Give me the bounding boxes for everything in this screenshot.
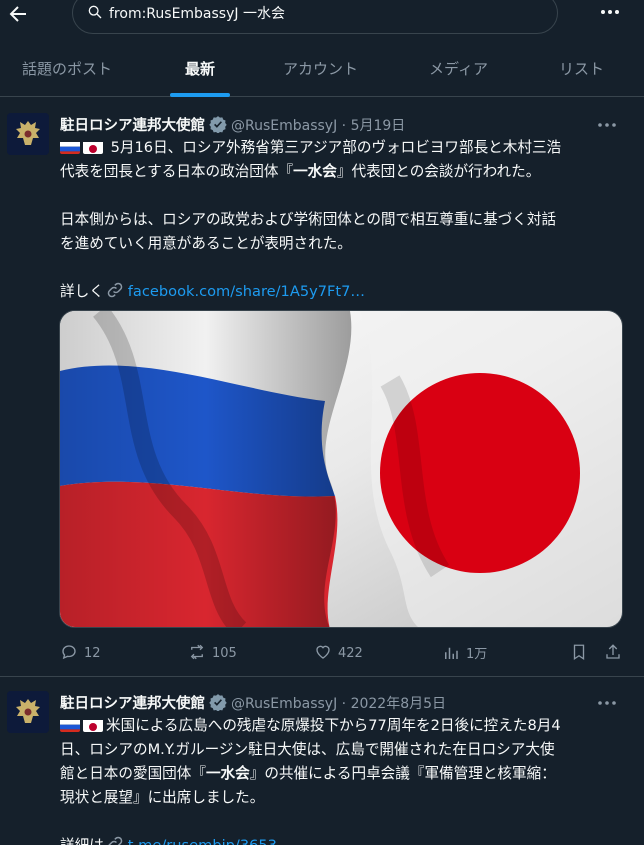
text-line: を進めていく用意があることが表明された。: [60, 235, 352, 252]
flags-image: [60, 311, 622, 627]
text-line: 現状と展望』に出席しました。: [60, 789, 265, 806]
link-icon: [108, 836, 123, 845]
text-line: 詳しく: [60, 283, 104, 300]
tab-people[interactable]: アカウント: [283, 44, 358, 97]
repost-button[interactable]: 105: [188, 643, 237, 663]
bookmark-button[interactable]: [570, 643, 594, 663]
tweet[interactable]: 駐日ロシア連邦大使館 @RusEmbassyJ · 2022年8月5日 米国による…: [0, 677, 644, 845]
text-line: 日本側からは、ロシアの政党および学術団体との間で相互尊重に基づく対話: [60, 211, 557, 228]
repost-count: 105: [212, 646, 237, 661]
tab-media[interactable]: メディア: [429, 44, 488, 97]
tweet-actions: 12 105 422 1万: [60, 643, 628, 663]
search-icon: [88, 5, 102, 19]
avatar[interactable]: [7, 691, 49, 733]
embassy-emblem-icon: [7, 691, 49, 733]
separator: ·: [337, 118, 351, 134]
search-query: from:RusEmbassyJ 一水会: [109, 6, 285, 22]
external-link[interactable]: t.me/rusembjp/3653: [128, 837, 277, 845]
text-line: 米国による広島への残虐な原爆投下から77周年を2日後に控えた8月4: [106, 717, 561, 734]
repost-icon: [190, 644, 204, 660]
tweet-header: 駐日ロシア連邦大使館 @RusEmbassyJ · 2022年8月5日: [60, 692, 446, 713]
embassy-emblem-icon: [7, 113, 49, 155]
display-name[interactable]: 駐日ロシア連邦大使館: [60, 696, 205, 712]
russia-flag-icon: [60, 140, 80, 154]
tweet-image-russia-japan-flags[interactable]: [59, 310, 623, 628]
link-icon: [107, 282, 123, 298]
search-results-page: from:RusEmbassyJ 一水会 話題のポスト 最新 アカウント メディ…: [0, 0, 644, 845]
text-line: 代表を団長とする日本の政治団体『: [60, 163, 294, 180]
views-chart-icon: [445, 647, 458, 659]
tab-top[interactable]: 話題のポスト: [22, 44, 112, 97]
share-button[interactable]: [604, 643, 628, 663]
handle[interactable]: @RusEmbassyJ: [231, 118, 337, 134]
more-icon[interactable]: [596, 117, 618, 133]
text-line: 日、ロシアのM.Y.ガルージン駐日大使は、広島で開催された在日ロシア大使: [60, 741, 555, 758]
text-line: 詳細は: [60, 837, 104, 845]
text-line: 』の共催による円卓会議『軍備管理と核軍縮：: [249, 765, 556, 782]
avatar[interactable]: [7, 113, 49, 155]
heart-icon: [316, 645, 330, 659]
bookmark-icon: [573, 644, 585, 661]
views-button[interactable]: 1万: [442, 643, 487, 663]
search-input[interactable]: from:RusEmbassyJ 一水会: [72, 0, 558, 34]
like-button[interactable]: 422: [314, 643, 363, 663]
text-line: 館と日本の愛国団体『: [60, 765, 206, 782]
japan-flag-icon: [83, 140, 103, 154]
tweet-text: 5月16日、ロシア外務省第三アジア部のヴォロビヨワ部長と木村三浩 代表を団長とす…: [60, 136, 628, 304]
text-line: 』代表団との会談が行われた。: [336, 163, 541, 180]
view-count: 1万: [466, 647, 488, 662]
reply-count: 12: [84, 646, 101, 661]
back-arrow-icon[interactable]: [6, 2, 30, 26]
reply-button[interactable]: 12: [60, 643, 101, 663]
separator: ·: [337, 696, 351, 712]
display-name[interactable]: 駐日ロシア連邦大使館: [60, 118, 205, 134]
highlight-term: 一水会: [205, 765, 250, 782]
reply-icon: [62, 645, 76, 660]
tweet-text: 米国による広島への残虐な原爆投下から77周年を2日後に控えた8月4 日、ロシアの…: [60, 714, 628, 845]
tab-latest[interactable]: 最新: [185, 44, 215, 97]
top-bar: from:RusEmbassyJ 一水会: [0, 0, 644, 44]
like-count: 422: [338, 646, 363, 661]
japan-flag-icon: [83, 718, 103, 732]
timestamp[interactable]: 5月19日: [351, 118, 406, 134]
verified-badge-icon: [209, 116, 227, 133]
tab-lists[interactable]: リスト: [559, 44, 604, 97]
highlight-term: 一水会: [293, 163, 337, 180]
tweet[interactable]: 駐日ロシア連邦大使館 @RusEmbassyJ · 5月19日 5月16日、ロシア…: [0, 97, 644, 677]
share-icon: [606, 644, 620, 659]
more-icon[interactable]: [596, 695, 618, 711]
handle[interactable]: @RusEmbassyJ: [231, 696, 337, 712]
external-link[interactable]: facebook.com/share/1A5y7Ft7…: [128, 283, 365, 300]
search-tabs: 話題のポスト 最新 アカウント メディア リスト: [0, 44, 644, 97]
tweet-header: 駐日ロシア連邦大使館 @RusEmbassyJ · 5月19日: [60, 114, 405, 135]
verified-badge-icon: [209, 694, 227, 711]
russia-flag-icon: [60, 718, 80, 732]
timestamp[interactable]: 2022年8月5日: [351, 696, 446, 712]
more-options-icon[interactable]: [598, 2, 622, 22]
text-line: 5月16日、ロシア外務省第三アジア部のヴォロビヨワ部長と木村三浩: [110, 139, 562, 156]
